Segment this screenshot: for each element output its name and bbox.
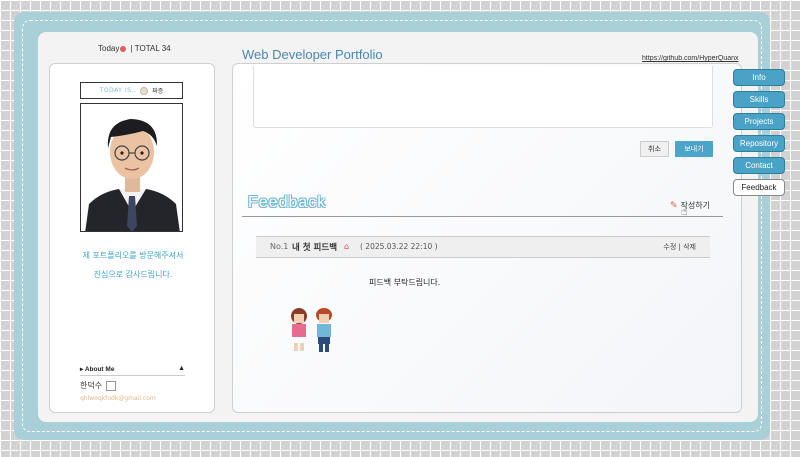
today-label: TODAY IS.. — [99, 87, 137, 94]
collapse-toggle[interactable]: ▲ — [178, 365, 185, 372]
visit-total: TOTAL 34 — [134, 44, 171, 53]
write-button[interactable]: ✎ 작성하기 — [670, 200, 710, 211]
profile-email[interactable]: qhlwoqkfudk@gmail.com — [80, 395, 156, 402]
tab-contact[interactable]: Contact — [733, 157, 785, 174]
site-title: Web Developer Portfolio — [242, 47, 383, 62]
profile-photo — [80, 103, 183, 232]
tab-repository[interactable]: Repository — [733, 135, 785, 152]
today-mood-box: TODAY IS.. 짜증 — [80, 82, 183, 99]
post-date: ( 2025.03.22 22:10 ) — [360, 242, 438, 251]
about-me-header[interactable]: ▸ About Me ▲ — [80, 365, 185, 376]
visit-counter: Today | TOTAL 34 — [98, 44, 171, 53]
tab-skills[interactable]: Skills — [733, 91, 785, 108]
post-body: 피드백 부탁드립니다. — [369, 278, 441, 287]
profile-name: 한덕수 — [80, 380, 117, 391]
home-icon: ⌂ — [344, 242, 350, 251]
feedback-textarea[interactable] — [253, 66, 713, 128]
mood-icon — [140, 86, 149, 95]
memo-icon[interactable] — [106, 380, 117, 391]
greeting-message: 제 포트폴리오를 방문해주셔서 진심으로 감사드립니다. — [58, 246, 208, 284]
pixel-characters-image — [288, 306, 338, 358]
pencil-icon: ✎ — [670, 200, 678, 211]
about-me-label: About Me — [84, 366, 115, 373]
feedback-divider — [242, 216, 723, 217]
edit-link[interactable]: 수정 — [663, 243, 676, 251]
post-title: 내 첫 피드백 — [292, 243, 338, 253]
name-text: 한덕수 — [80, 381, 103, 390]
post-number: No.1 — [270, 242, 289, 251]
heart-icon — [120, 45, 127, 52]
mood-text: 짜증 — [152, 88, 164, 95]
tab-feedback[interactable]: Feedback — [733, 179, 785, 196]
cancel-button[interactable]: 취소 — [640, 141, 669, 157]
greeting-line-2: 진심으로 감사드립니다. — [93, 270, 173, 279]
greeting-line-1: 제 포트폴리오를 방문해주셔서 — [82, 251, 184, 260]
send-button[interactable]: 보내기 — [675, 141, 713, 157]
delete-link[interactable]: 삭제 — [683, 243, 696, 251]
feedback-heading: Feedback — [248, 194, 327, 211]
feedback-post-header: No.1 내 첫 피드백 ⌂ ( 2025.03.22 22:10 ) 수정 |… — [256, 236, 710, 258]
post-actions: 수정 | 삭제 — [663, 242, 696, 252]
action-separator: | — [678, 243, 681, 251]
tab-projects[interactable]: Projects — [733, 113, 785, 130]
tab-info[interactable]: Info — [733, 69, 785, 86]
visit-today-label: Today — [98, 44, 120, 53]
